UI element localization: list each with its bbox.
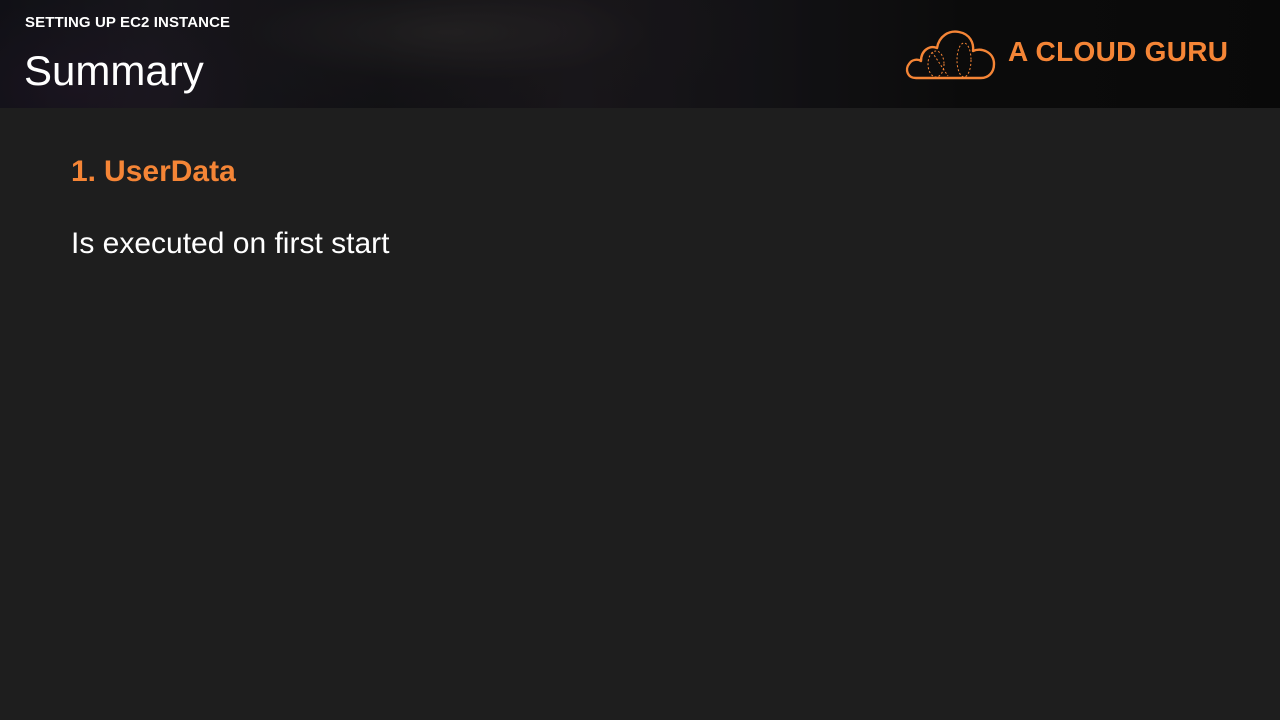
point-title: UserData bbox=[104, 155, 236, 188]
header-banner: SETTING UP EC2 INSTANCE Summary A CLOUD … bbox=[0, 0, 1280, 108]
brand-logo-text: A CLOUD GURU bbox=[1008, 36, 1229, 67]
section-title: Summary bbox=[24, 47, 204, 94]
course-title: SETTING UP EC2 INSTANCE bbox=[25, 14, 231, 31]
point-number: 1. bbox=[71, 155, 97, 188]
brand-logo: A CLOUD GURU bbox=[904, 26, 1244, 82]
point-description: Is executed on first start bbox=[71, 227, 390, 260]
cloud-icon bbox=[905, 30, 996, 80]
point-heading: 1. UserData bbox=[71, 150, 1211, 194]
slide-content: 1. UserData Is executed on first start bbox=[71, 150, 1211, 262]
slide: SETTING UP EC2 INSTANCE Summary A CLOUD … bbox=[0, 0, 1280, 720]
